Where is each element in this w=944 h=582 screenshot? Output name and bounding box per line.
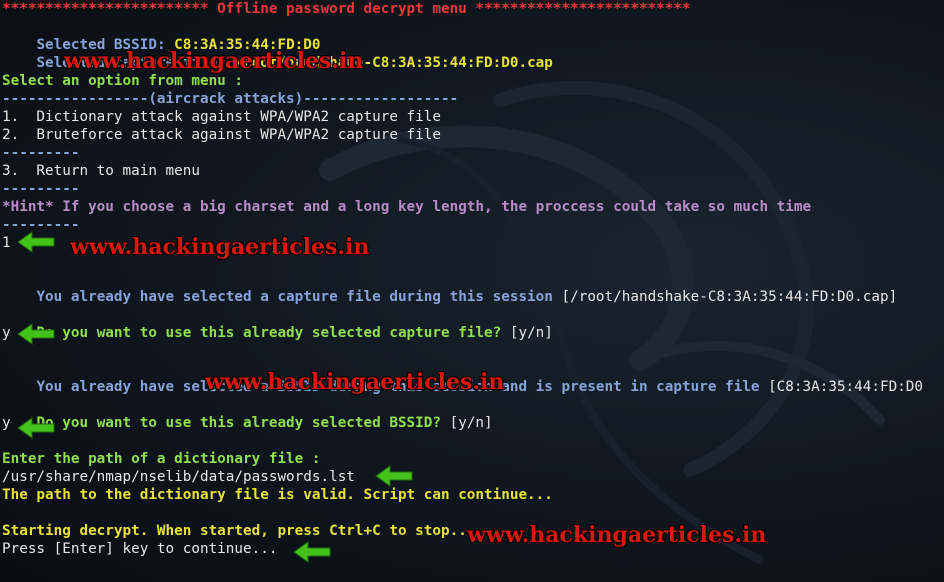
watermark-text: www.hackingaerticles.in bbox=[205, 369, 505, 395]
watermark-text: www.hackingaerticles.in bbox=[64, 48, 364, 74]
green-arrow-icon bbox=[17, 417, 55, 439]
bssid-line: Selected BSSID: C8:3A:35:44:FD:D0 bbox=[2, 18, 320, 53]
capture-question-line: Do you want to use this already selected… bbox=[2, 306, 552, 341]
terminal-window[interactable]: ************************ Offline passwor… bbox=[0, 0, 944, 582]
menu-separator: --------- bbox=[2, 181, 80, 197]
capture-session-msg: You already have selected a capture file… bbox=[36, 289, 562, 305]
menu-separator: --------- bbox=[2, 145, 80, 161]
start-decrypt-message: Starting decrypt. When started, press Ct… bbox=[2, 523, 476, 539]
dictionary-prompt: Enter the path of a dictionary file : bbox=[2, 451, 321, 467]
menu-prompt: Select an option from menu : bbox=[2, 73, 244, 89]
bssid-session-value: [C8:3A:35:44:FD:D0 bbox=[768, 379, 924, 395]
menu-header: ************************ Offline passwor… bbox=[2, 1, 691, 17]
user-input-option[interactable]: 1 bbox=[2, 234, 11, 252]
bssid-question-line: Do you want to use this already selected… bbox=[2, 396, 492, 431]
dictionary-valid-message: The path to the dictionary file is valid… bbox=[2, 487, 553, 503]
capture-question: Do you want to use this already selected… bbox=[36, 325, 502, 341]
user-input-bssid-answer[interactable]: y bbox=[2, 414, 11, 432]
capture-session-line: You already have selected a capture file… bbox=[2, 270, 897, 305]
menu-section-title: -----------------(aircrack attacks)-----… bbox=[2, 91, 459, 107]
menu-option-return[interactable]: 3. Return to main menu bbox=[2, 162, 200, 180]
user-input-capture-answer[interactable]: y bbox=[2, 324, 11, 342]
watermark-text: www.hackingaerticles.in bbox=[70, 234, 370, 260]
hint-text: *Hint* If you choose a big charset and a… bbox=[2, 199, 812, 215]
user-input-dictionary-path[interactable]: /usr/share/nmap/nselib/data/passwords.ls… bbox=[2, 468, 355, 486]
menu-option-bruteforce[interactable]: 2. Bruteforce attack against WPA/WPA2 ca… bbox=[2, 126, 441, 144]
green-arrow-icon bbox=[17, 231, 55, 253]
yn-hint: [y/n] bbox=[441, 415, 493, 431]
green-arrow-icon bbox=[375, 465, 413, 487]
menu-option-dictionary[interactable]: 1. Dictionary attack against WPA/WPA2 ca… bbox=[2, 108, 441, 126]
green-arrow-icon bbox=[293, 541, 331, 563]
continue-prompt: Press [Enter] key to continue... bbox=[2, 541, 278, 557]
green-arrow-icon bbox=[17, 323, 55, 345]
bssid-question: Do you want to use this already selected… bbox=[36, 415, 441, 431]
watermark-text: www.hackingaerticles.in bbox=[467, 522, 767, 548]
yn-hint: [y/n] bbox=[501, 325, 553, 341]
capture-session-path: [/root/handshake-C8:3A:35:44:FD:D0.cap] bbox=[561, 289, 898, 305]
